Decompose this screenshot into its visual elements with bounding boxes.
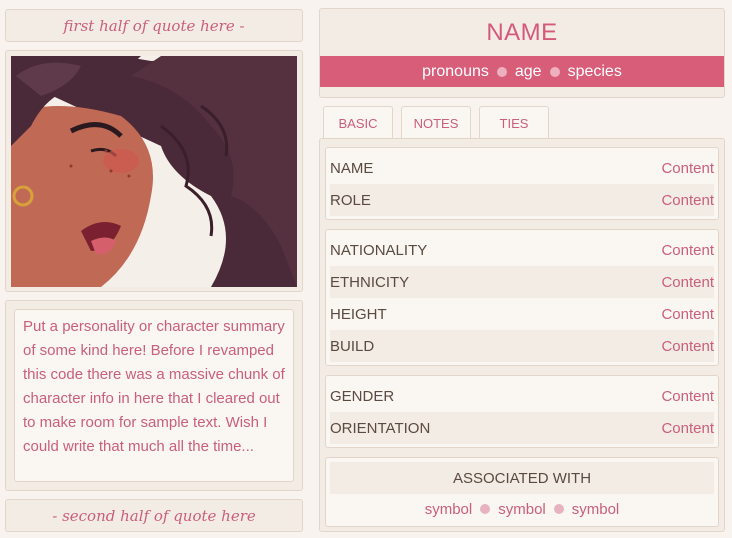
- row-label: ETHNICITY: [330, 273, 410, 291]
- row-value: Content: [661, 159, 714, 177]
- character-name: NAME: [486, 18, 558, 46]
- row-value: Content: [661, 337, 714, 355]
- symbol-item: symbol: [571, 500, 620, 518]
- tab-ties-label: TIES: [499, 115, 529, 131]
- row-value: Content: [661, 241, 714, 259]
- info-row-build: BUILD Content: [330, 330, 714, 362]
- info-row-name: NAME Content: [330, 152, 714, 184]
- species-label: species: [567, 62, 622, 80]
- dot-separator-icon: [480, 504, 491, 514]
- quote-top-text: first half of quote here -: [63, 16, 245, 35]
- summary-text[interactable]: Put a personality or character summary o…: [14, 309, 294, 482]
- quote-bottom-text: - second half of quote here: [52, 506, 256, 525]
- row-label: ORIENTATION: [330, 419, 431, 437]
- age-label: age: [514, 62, 542, 80]
- associated-group: ASSOCIATED WITH symbol symbol symbol: [325, 457, 719, 527]
- tab-basic-label: BASIC: [338, 115, 378, 131]
- row-label: NATIONALITY: [330, 241, 428, 259]
- row-value: Content: [661, 191, 714, 209]
- associated-heading: ASSOCIATED WITH: [330, 462, 714, 494]
- portrait-frame: [5, 50, 303, 292]
- info-row-role: ROLE Content: [330, 184, 714, 216]
- tab-notes-label: NOTES: [413, 115, 459, 131]
- tab-notes[interactable]: NOTES: [401, 106, 471, 139]
- row-value: Content: [661, 387, 714, 405]
- row-label: NAME: [330, 159, 374, 177]
- row-label: GENDER: [330, 387, 395, 405]
- quote-bottom: - second half of quote here: [5, 499, 303, 532]
- symbol-item: symbol: [424, 500, 473, 518]
- row-value: Content: [661, 305, 714, 323]
- symbol-item: symbol: [498, 500, 546, 518]
- row-label: BUILD: [330, 337, 375, 355]
- row-label: ROLE: [330, 191, 371, 209]
- pronouns-label: pronouns: [422, 62, 489, 80]
- identity-group: NAME Content ROLE Content: [325, 147, 719, 220]
- dot-separator-icon: [496, 66, 507, 77]
- gender-group: GENDER Content ORIENTATION Content: [325, 375, 719, 448]
- dot-separator-icon: [553, 504, 564, 514]
- info-row-gender: GENDER Content: [330, 380, 714, 412]
- info-row-ethnicity: ETHNICITY Content: [330, 266, 714, 298]
- row-value: Content: [661, 273, 714, 291]
- character-portrait-image: [11, 56, 297, 287]
- basic-info-panel: NAME Content ROLE Content NATIONALITY Co…: [319, 138, 725, 532]
- row-label: HEIGHT: [330, 305, 387, 323]
- dot-separator-icon: [549, 66, 560, 77]
- summary-panel: Put a personality or character summary o…: [5, 300, 303, 491]
- info-row-orientation: ORIENTATION Content: [330, 412, 714, 444]
- quote-top: first half of quote here -: [5, 9, 303, 42]
- tab-ties[interactable]: TIES: [479, 106, 549, 139]
- info-row-nationality: NATIONALITY Content: [330, 234, 714, 266]
- name-header: NAME pronouns age species: [319, 8, 725, 98]
- row-value: Content: [661, 419, 714, 437]
- info-row-height: HEIGHT Content: [330, 298, 714, 330]
- background-group: NATIONALITY Content ETHNICITY Content HE…: [325, 229, 719, 366]
- associated-symbols: symbol symbol symbol: [330, 494, 714, 524]
- subtitle-bar: pronouns age species: [320, 56, 724, 87]
- tab-basic[interactable]: BASIC: [323, 106, 393, 139]
